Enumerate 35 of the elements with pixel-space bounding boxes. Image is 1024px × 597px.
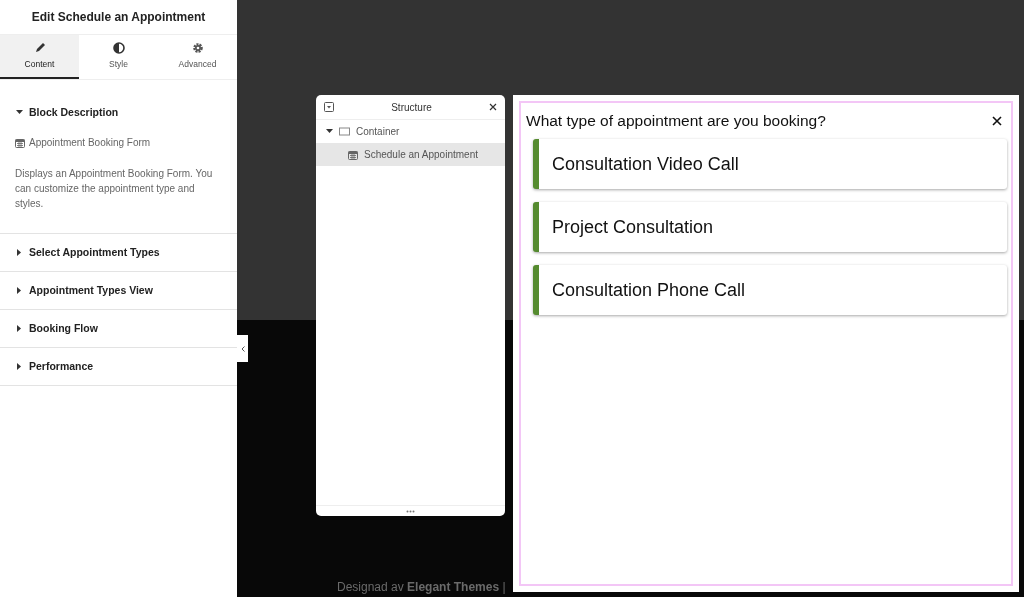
calendar-icon xyxy=(348,149,358,160)
section-header[interactable]: Appointment Types View xyxy=(0,272,237,309)
tab[interactable]: Content xyxy=(0,35,79,79)
caret-icon xyxy=(16,363,23,370)
caret-icon xyxy=(16,249,23,256)
contrast-icon xyxy=(112,41,125,54)
panel-title: Structure xyxy=(390,100,433,115)
container-icon xyxy=(339,127,350,136)
pencil-icon xyxy=(33,41,46,54)
chevron-left-icon xyxy=(240,345,245,352)
caret-icon xyxy=(326,128,333,135)
block-name: Appointment Booking Form xyxy=(29,136,151,150)
calendar-icon xyxy=(15,137,25,148)
booking-question: What type of appointment are you booking? xyxy=(526,111,826,131)
gear-icon xyxy=(191,41,204,54)
appointment-option[interactable]: Consultation Phone Call xyxy=(533,265,1007,316)
close-icon xyxy=(992,116,1002,127)
tree-item[interactable]: Schedule an Appointment xyxy=(316,143,505,166)
dropdown-icon xyxy=(324,102,334,113)
section-header[interactable]: Block Description xyxy=(0,94,237,131)
caret-icon xyxy=(16,287,23,294)
tree-item[interactable]: Container xyxy=(316,120,505,143)
section-header[interactable]: Select Appointment Types xyxy=(0,234,237,271)
footer-text: Designad av Elegant Themes | xyxy=(337,579,506,596)
appointment-option[interactable]: Project Consultation xyxy=(533,202,1007,253)
section-header[interactable]: Booking Flow xyxy=(0,310,237,347)
appointment-option[interactable]: Consultation Video Call xyxy=(533,139,1007,190)
drag-handle-icon xyxy=(406,509,415,513)
caret-icon xyxy=(16,325,23,332)
section-header[interactable]: Performance xyxy=(0,348,237,385)
panel-menu-button[interactable] xyxy=(324,101,334,113)
block-description: Displays an Appointment Booking Form. You can customize the appointment type and styles. xyxy=(15,167,214,211)
caret-icon xyxy=(16,109,23,116)
close-button[interactable] xyxy=(489,102,497,112)
close-icon xyxy=(489,103,497,112)
